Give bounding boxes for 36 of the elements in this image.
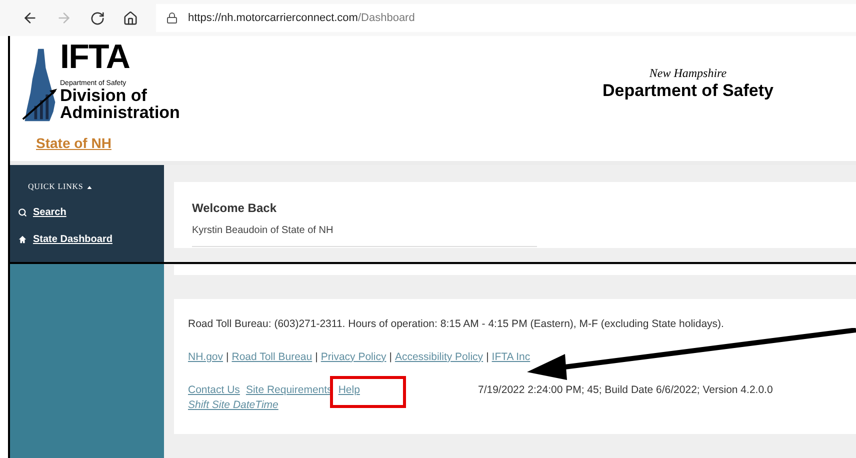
address-bar[interactable]: https://nh.motorcarrierconnect.com/Dashboard [156, 4, 856, 32]
link-separator: | [388, 350, 393, 365]
home-icon[interactable] [123, 10, 138, 26]
logo-administration: Administration [60, 104, 180, 121]
search-icon [18, 208, 27, 217]
welcome-subtitle: Kyrstin Beaudoin of State of NH [192, 223, 537, 247]
shift-datetime-link[interactable]: Shift Site DateTime [188, 398, 278, 414]
footer-link[interactable]: Accessibility Policy [394, 350, 484, 366]
link-separator: | [225, 350, 230, 365]
sidebar-link[interactable]: State Dashboard [18, 232, 112, 247]
caret-icon[interactable] [87, 186, 92, 188]
state-link[interactable]: State of NH [36, 133, 112, 154]
link-separator: | [485, 350, 490, 365]
link-separator: | [314, 350, 319, 365]
build-info: 7/19/2022 2:24:00 PM; 45; Build Date 6/6/2022; Version 4.2.0.0 [478, 382, 773, 398]
sidebar-link[interactable]: Search [18, 205, 66, 220]
footer-link[interactable]: Contact Us [188, 382, 240, 398]
welcome-title: Welcome Back [192, 200, 278, 217]
agency-state: New Hampshire [649, 65, 727, 82]
footer-link[interactable]: Privacy Policy [320, 350, 386, 366]
footer-link[interactable]: Site Requirements [246, 382, 332, 398]
agency-name: Department of Safety [602, 82, 774, 99]
quick-links-heading[interactable]: QUICK LINKS [28, 181, 84, 193]
footer-link[interactable]: Road Toll Bureau [232, 350, 312, 366]
back-icon[interactable] [22, 10, 38, 26]
url-text: https://nh.motorcarrierconnect.com/Dashboard [188, 10, 415, 26]
lock-icon [166, 12, 178, 24]
footer-link[interactable]: IFTA Inc [492, 350, 530, 366]
state-map-logo-icon [20, 47, 60, 123]
home-icon [18, 235, 27, 244]
contact-info: Road Toll Bureau: (603)271-2311. Hours of operation: 8:15 AM - 4:15 PM (Eastern), M-F (excluding State holidays). [188, 317, 725, 332]
logo-division: Division of [60, 87, 148, 104]
reload-icon[interactable] [90, 10, 105, 26]
footer-link[interactable]: NH.gov [188, 350, 224, 366]
footer-link[interactable]: Help [338, 382, 360, 398]
logo-title: IFTA [60, 40, 131, 74]
